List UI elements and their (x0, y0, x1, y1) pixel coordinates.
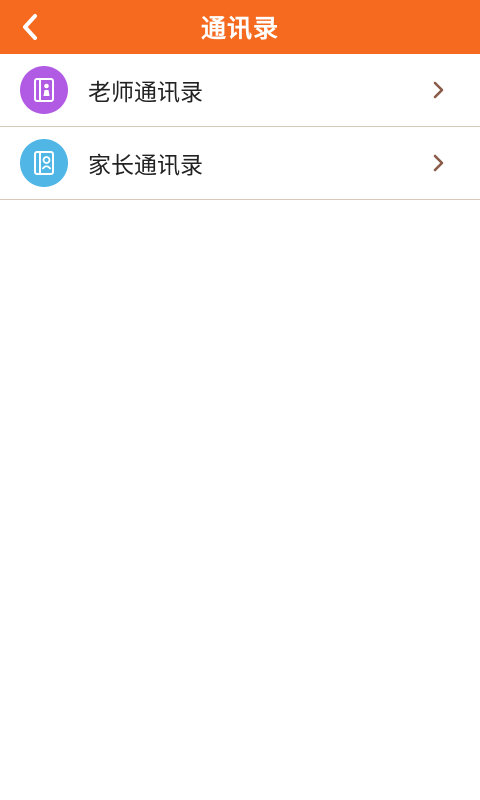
teacher-contacts-label: 老师通讯录 (88, 80, 203, 106)
parent-contacts-label: 家长通讯录 (88, 153, 203, 179)
teacher-contacts-row[interactable]: 老师通讯录 (0, 54, 480, 127)
page-title: 通讯录 (200, 14, 279, 43)
chevron-left-icon (23, 14, 37, 40)
contacts-list: 老师通讯录 家长通讯录 (0, 54, 480, 200)
back-button[interactable] (8, 0, 52, 54)
parent-contacts-icon (20, 139, 68, 187)
teacher-contacts-icon (20, 66, 68, 114)
chevron-right-icon (433, 81, 444, 99)
parent-contacts-row[interactable]: 家长通讯录 (0, 127, 480, 200)
app-header: 通讯录 (0, 0, 480, 54)
chevron-right-icon (433, 154, 444, 172)
